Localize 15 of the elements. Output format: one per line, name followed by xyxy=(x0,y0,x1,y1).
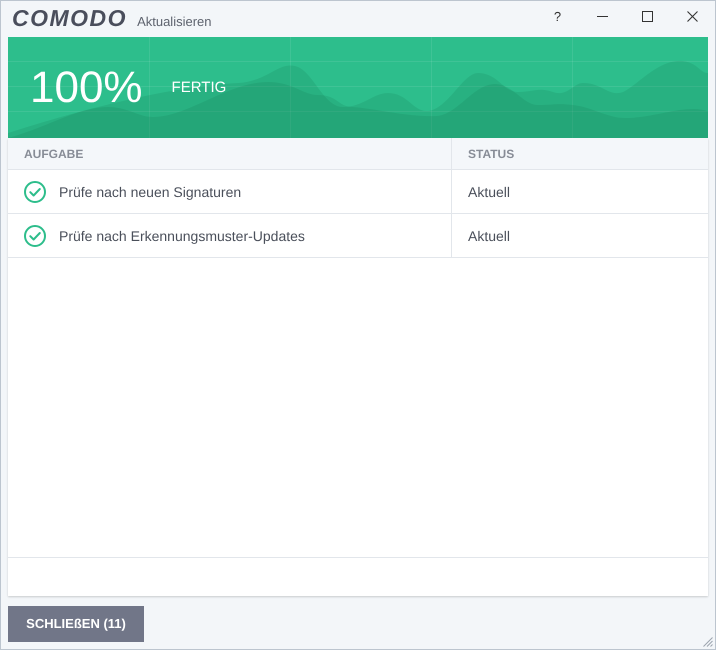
progress-percent: 100% xyxy=(30,62,143,112)
task-name: Prüfe nach neuen Signaturen xyxy=(59,184,242,200)
column-header: AUFGABE xyxy=(8,138,452,169)
close-button[interactable]: SCHLIEßEN (11) xyxy=(8,606,144,642)
help-button[interactable]: ? xyxy=(535,1,580,31)
maximize-icon xyxy=(642,10,653,22)
task-status: Aktuell xyxy=(468,184,510,200)
progress-status: FERTIG xyxy=(172,79,226,96)
logo: COMODO xyxy=(12,5,128,31)
resize-grip-icon xyxy=(703,637,713,647)
column-header: STATUS xyxy=(467,146,516,162)
close-icon xyxy=(687,10,698,22)
task-name: Prüfe nach Erkennungsmuster-Updates xyxy=(59,228,305,244)
window-title: Aktualisieren xyxy=(137,14,212,28)
task-status: Aktuell xyxy=(468,228,510,244)
